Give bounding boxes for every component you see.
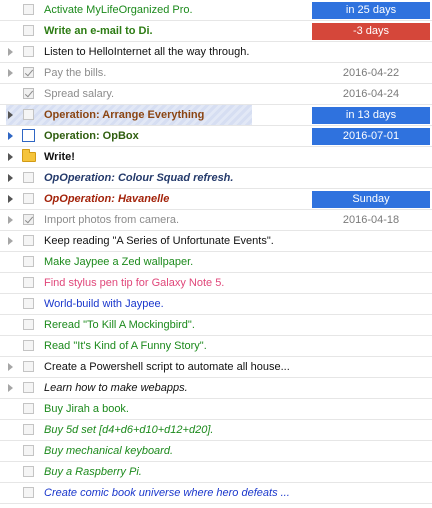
task-row[interactable]: Read "It's Kind of A Funny Story". <box>0 336 432 357</box>
task-label[interactable]: OpOperation: Havanelle <box>44 189 306 209</box>
task-label[interactable]: Buy mechanical keyboard. <box>44 441 306 461</box>
task-label[interactable]: Spread salary. <box>44 84 306 104</box>
task-row[interactable]: Reread "To Kill A Mockingbird". <box>0 315 432 336</box>
overdue-badge: -3 days <box>312 23 430 40</box>
due-date: 2016-04-22 <box>342 67 400 79</box>
task-row[interactable]: Activate MyLifeOrganized Pro. in 25 days <box>0 0 432 21</box>
task-checkbox[interactable] <box>23 382 34 393</box>
task-row[interactable]: Buy Jirah a book. <box>0 399 432 420</box>
due-badge: Sunday <box>312 191 430 208</box>
due-badge: 2016-07-01 <box>312 128 430 145</box>
task-list: Activate MyLifeOrganized Pro. in 25 days… <box>0 0 432 508</box>
task-row[interactable]: World-build with Jaypee. <box>0 294 432 315</box>
expand-arrow-icon[interactable] <box>8 195 13 203</box>
task-label[interactable]: Make Jaypee a Zed wallpaper. <box>44 252 306 272</box>
expand-arrow-icon[interactable] <box>8 132 13 140</box>
expand-arrow-icon[interactable] <box>8 237 13 245</box>
task-checkbox[interactable] <box>23 46 34 57</box>
task-label[interactable]: Keep reading "A Series of Unfortunate Ev… <box>44 231 306 251</box>
task-row[interactable]: Create comic book universe where hero de… <box>0 483 432 504</box>
task-row[interactable]: Spread salary. 2016-04-24 <box>0 84 432 105</box>
task-label[interactable]: Listen to HelloInternet all the way thro… <box>44 42 306 62</box>
task-checkbox[interactable] <box>23 193 34 204</box>
task-checkbox[interactable] <box>23 4 34 15</box>
task-checkbox-checked[interactable] <box>23 214 34 225</box>
task-checkbox-checked[interactable] <box>23 88 34 99</box>
task-checkbox[interactable] <box>23 25 34 36</box>
task-label[interactable]: Operation: Arrange Everything <box>44 105 306 125</box>
task-row[interactable]: Import photos from camera. 2016-04-18 <box>0 210 432 231</box>
task-checkbox[interactable] <box>23 487 34 498</box>
task-checkbox[interactable] <box>23 424 34 435</box>
task-row-selected[interactable]: Operation: Arrange Everything in 13 days <box>0 105 432 126</box>
due-date: 2016-04-18 <box>342 214 400 226</box>
expand-arrow-icon[interactable] <box>8 48 13 56</box>
task-label[interactable]: Buy Jirah a book. <box>44 399 306 419</box>
task-row[interactable]: Create a Powershell script to automate a… <box>0 357 432 378</box>
due-badge: in 13 days <box>312 107 430 124</box>
task-checkbox-checked[interactable] <box>23 67 34 78</box>
task-row[interactable]: Buy mechanical keyboard. <box>0 441 432 462</box>
due-date: 2016-04-24 <box>342 88 400 100</box>
expand-arrow-icon[interactable] <box>8 384 13 392</box>
task-checkbox[interactable] <box>23 319 34 330</box>
task-label[interactable]: Reread "To Kill A Mockingbird". <box>44 315 306 335</box>
task-row[interactable]: OpOperation: Havanelle Sunday <box>0 189 432 210</box>
task-row[interactable]: Make Jaypee a Zed wallpaper. <box>0 252 432 273</box>
task-row[interactable]: Buy 5d set [d4+d6+d10+d12+d20]. <box>0 420 432 441</box>
task-label[interactable]: Buy 5d set [d4+d6+d10+d12+d20]. <box>44 420 306 440</box>
task-checkbox[interactable] <box>23 277 34 288</box>
task-row[interactable]: Operation: OpBox 2016-07-01 <box>0 126 432 147</box>
task-row[interactable]: Listen to HelloInternet all the way thro… <box>0 42 432 63</box>
task-checkbox[interactable] <box>23 256 34 267</box>
task-row[interactable]: Find stylus pen tip for Galaxy Note 5. <box>0 273 432 294</box>
task-label[interactable]: Write an e-mail to Di. <box>44 21 306 41</box>
task-checkbox[interactable] <box>23 298 34 309</box>
task-checkbox[interactable] <box>23 466 34 477</box>
task-label[interactable]: Write! <box>44 147 306 167</box>
task-label[interactable]: World-build with Jaypee. <box>44 294 306 314</box>
task-row[interactable]: Learn how to make webapps. <box>0 378 432 399</box>
task-checkbox[interactable] <box>23 340 34 351</box>
due-badge: in 25 days <box>312 2 430 19</box>
expand-arrow-icon[interactable] <box>8 153 13 161</box>
task-label[interactable]: OpOperation: Colour Squad refresh. <box>44 168 306 188</box>
task-checkbox[interactable] <box>23 403 34 414</box>
folder-icon <box>22 149 36 162</box>
task-row[interactable]: Write an e-mail to Di. -3 days <box>0 21 432 42</box>
task-label[interactable]: Pay the bills. <box>44 63 306 83</box>
task-checkbox[interactable] <box>23 172 34 183</box>
expand-arrow-icon[interactable] <box>8 216 13 224</box>
task-checkbox[interactable] <box>23 445 34 456</box>
task-label[interactable]: Learn how to make webapps. <box>44 378 306 398</box>
task-label[interactable]: Create a Powershell script to automate a… <box>44 357 306 377</box>
task-row[interactable]: Write! <box>0 147 432 168</box>
expand-arrow-icon[interactable] <box>8 174 13 182</box>
task-label[interactable]: Find stylus pen tip for Galaxy Note 5. <box>44 273 306 293</box>
task-row[interactable]: Pay the bills. 2016-04-22 <box>0 63 432 84</box>
task-label[interactable]: Activate MyLifeOrganized Pro. <box>44 0 306 20</box>
task-label[interactable]: Read "It's Kind of A Funny Story". <box>44 336 306 356</box>
task-label[interactable]: Import photos from camera. <box>44 210 306 230</box>
task-checkbox[interactable] <box>23 235 34 246</box>
task-row[interactable]: Keep reading "A Series of Unfortunate Ev… <box>0 231 432 252</box>
task-row[interactable]: Buy a Raspberry Pi. <box>0 462 432 483</box>
task-label[interactable]: Create comic book universe where hero de… <box>44 483 306 503</box>
task-checkbox[interactable] <box>22 129 35 142</box>
task-row[interactable]: OpOperation: Colour Squad refresh. <box>0 168 432 189</box>
task-checkbox[interactable] <box>23 361 34 372</box>
expand-arrow-icon[interactable] <box>8 363 13 371</box>
task-checkbox[interactable] <box>23 109 34 120</box>
expand-arrow-icon[interactable] <box>8 111 13 119</box>
task-label[interactable]: Buy a Raspberry Pi. <box>44 462 306 482</box>
expand-arrow-icon[interactable] <box>8 69 13 77</box>
task-label[interactable]: Operation: OpBox <box>44 126 306 146</box>
